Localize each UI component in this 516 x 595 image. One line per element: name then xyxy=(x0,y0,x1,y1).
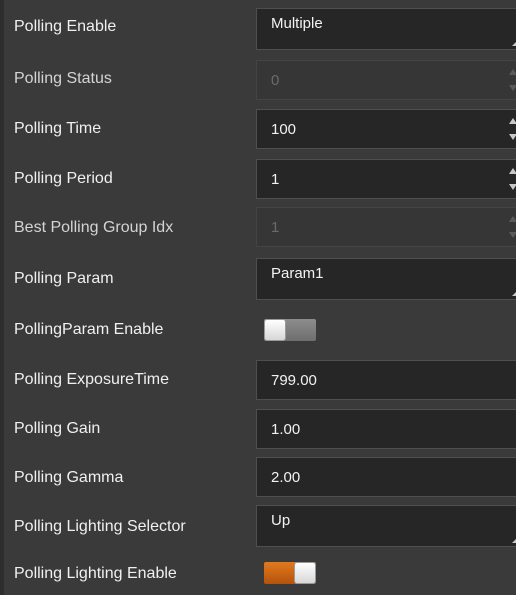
polling-settings-panel: Polling Enable Multiple Polling Status 0… xyxy=(0,0,516,595)
row-polling-time: Polling Time 100 xyxy=(4,103,516,155)
row-polling-period: Polling Period 1 xyxy=(4,155,516,203)
row-polling-param: Polling Param Param1 xyxy=(4,253,516,305)
polling-enable-value: Multiple xyxy=(271,15,323,32)
polling-lighting-enable-label: Polling Lighting Enable xyxy=(14,564,177,582)
best-polling-group-idx-label: Best Polling Group Idx xyxy=(14,219,174,236)
polling-param-select[interactable]: Param1 xyxy=(256,258,516,300)
polling-status-label: Polling Status xyxy=(14,69,112,87)
row-polling-lighting-selector: Polling Lighting Selector Up xyxy=(4,502,516,552)
spinner-arrows-icon xyxy=(508,214,516,240)
polling-param-label: Polling Param xyxy=(14,270,114,287)
polling-gain-input[interactable]: 1.00 xyxy=(256,409,516,449)
row-pollingparam-enable: PollingParam Enable xyxy=(4,305,516,355)
polling-time-value: 100 xyxy=(271,120,297,138)
polling-exposuretime-label: Polling ExposureTime xyxy=(14,371,170,388)
polling-lighting-selector-value: Up xyxy=(271,512,291,529)
polling-gamma-value: 2.00 xyxy=(271,468,301,486)
dropdown-corner-icon xyxy=(512,40,516,46)
row-polling-gain: Polling Gain 1.00 xyxy=(4,405,516,453)
best-polling-group-idx-spinbox: 1 xyxy=(256,207,516,247)
polling-enable-label: Polling Enable xyxy=(14,18,117,35)
dropdown-corner-icon xyxy=(512,537,516,543)
spinner-arrows-icon[interactable] xyxy=(508,116,516,142)
polling-param-value: Param1 xyxy=(271,265,324,282)
dropdown-corner-icon xyxy=(512,290,516,296)
polling-gain-label: Polling Gain xyxy=(14,420,101,437)
row-polling-gamma: Polling Gamma 2.00 xyxy=(4,453,516,502)
polling-period-value: 1 xyxy=(271,170,280,188)
pollingparam-enable-label: PollingParam Enable xyxy=(14,321,164,338)
polling-status-value: 0 xyxy=(271,71,280,89)
polling-period-spinbox[interactable]: 1 xyxy=(256,159,516,199)
polling-exposuretime-input[interactable]: 799.00 xyxy=(256,360,516,400)
row-polling-exposuretime: Polling ExposureTime 799.00 xyxy=(4,355,516,405)
row-best-polling-group-idx: Best Polling Group Idx 1 xyxy=(4,203,516,253)
polling-time-label: Polling Time xyxy=(14,120,102,137)
polling-gain-value: 1.00 xyxy=(271,420,301,438)
toggle-knob xyxy=(294,562,316,584)
polling-period-label: Polling Period xyxy=(14,170,113,187)
polling-lighting-enable-toggle[interactable] xyxy=(264,562,316,584)
polling-gamma-input[interactable]: 2.00 xyxy=(256,457,516,497)
pollingparam-enable-toggle[interactable] xyxy=(264,319,316,341)
best-polling-group-idx-value: 1 xyxy=(271,218,280,236)
spinner-arrows-icon[interactable] xyxy=(508,166,516,192)
polling-time-spinbox[interactable]: 100 xyxy=(256,109,516,149)
row-polling-lighting-enable: Polling Lighting Enable xyxy=(4,552,516,595)
polling-exposuretime-value: 799.00 xyxy=(271,371,317,389)
spinner-arrows-icon xyxy=(508,67,516,93)
row-polling-status: Polling Status 0 xyxy=(4,54,516,103)
polling-enable-select[interactable]: Multiple xyxy=(256,8,516,50)
polling-status-spinbox: 0 xyxy=(256,60,516,100)
polling-lighting-selector-label: Polling Lighting Selector xyxy=(14,518,186,535)
polling-lighting-selector-select[interactable]: Up xyxy=(256,505,516,547)
toggle-knob xyxy=(264,319,286,341)
row-polling-enable: Polling Enable Multiple xyxy=(4,0,516,54)
polling-gamma-label: Polling Gamma xyxy=(14,468,124,486)
